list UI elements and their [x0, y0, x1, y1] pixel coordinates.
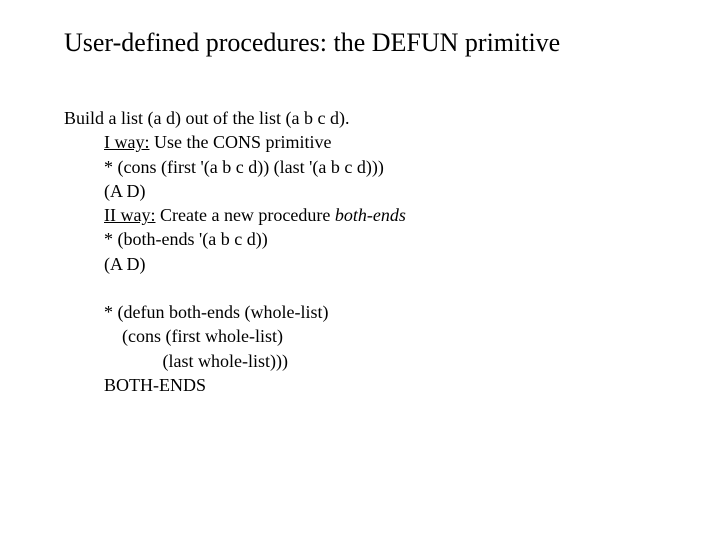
defun-line1: * (defun both-ends (whole-list) [104, 300, 656, 324]
way2-code-line2: (A D) [104, 252, 656, 276]
defun-line2: (cons (first whole-list) [104, 324, 656, 348]
slide-title: User-defined procedures: the DEFUN primi… [64, 28, 656, 58]
way2-procname: both-ends [335, 205, 406, 225]
slide-body: Build a list (a d) out of the list (a b … [64, 106, 656, 397]
slide: User-defined procedures: the DEFUN primi… [0, 0, 720, 437]
way1-text: Use the CONS primitive [149, 132, 331, 152]
way1-code-line2: (A D) [104, 179, 656, 203]
way2-line: II way: Create a new procedure both-ends [104, 203, 656, 227]
way1-label: I way: [104, 132, 149, 152]
defun-line3: (last whole-list))) [104, 349, 656, 373]
way2-text-a: Create a new procedure [155, 205, 334, 225]
way2-label: II way: [104, 205, 155, 225]
way2-code-line1: * (both-ends '(a b c d)) [104, 227, 656, 251]
intro-line: Build a list (a d) out of the list (a b … [64, 106, 656, 130]
way1-line: I way: Use the CONS primitive [104, 130, 656, 154]
way1-code-line1: * (cons (first '(a b c d)) (last '(a b c… [104, 155, 656, 179]
defun-line4: BOTH-ENDS [104, 373, 656, 397]
